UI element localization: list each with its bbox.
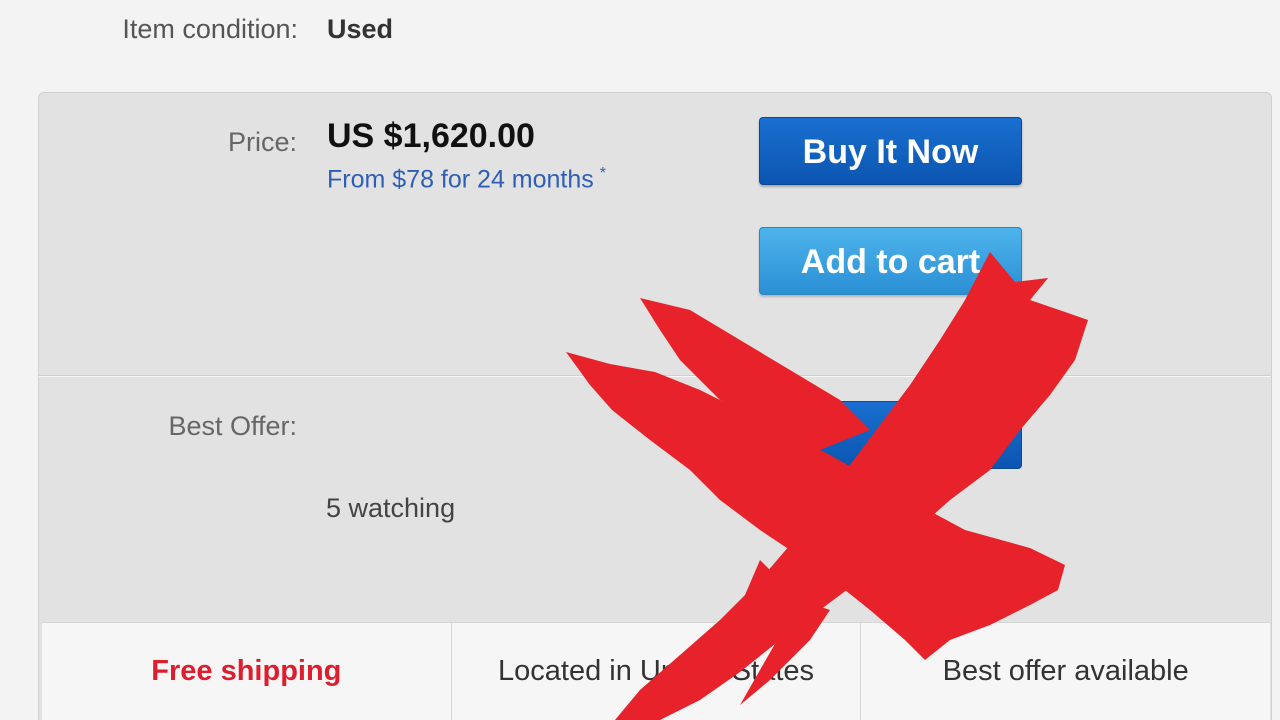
price-value: US $1,620.00 [327, 117, 535, 155]
features-bar: Free shipping Located in United States B… [42, 622, 1270, 720]
watching-count: 5 watching [326, 493, 456, 523]
financing-link[interactable]: From $78 for 24 months * [327, 165, 606, 194]
buy-it-now-button[interactable]: Buy It Now [759, 117, 1022, 185]
financing-footnote-marker: * [599, 165, 607, 182]
best-offer-label: Best Offer: [168, 411, 297, 441]
feature-best-offer: Best offer available [942, 655, 1189, 687]
add-to-cart-button[interactable]: Add to cart [759, 227, 1022, 295]
feature-free-shipping: Free shipping [42, 623, 452, 720]
item-condition-value: Used [327, 14, 394, 44]
price-label: Price: [227, 127, 297, 157]
panel-divider [39, 375, 1271, 377]
feature-location: Located in United States [452, 623, 862, 720]
item-condition-row: Item condition: Used [0, 12, 1280, 48]
item-condition-label: Item condition: [122, 14, 298, 44]
make-offer-button[interactable] [759, 401, 1022, 469]
financing-text: From $78 for 24 months [327, 165, 594, 194]
